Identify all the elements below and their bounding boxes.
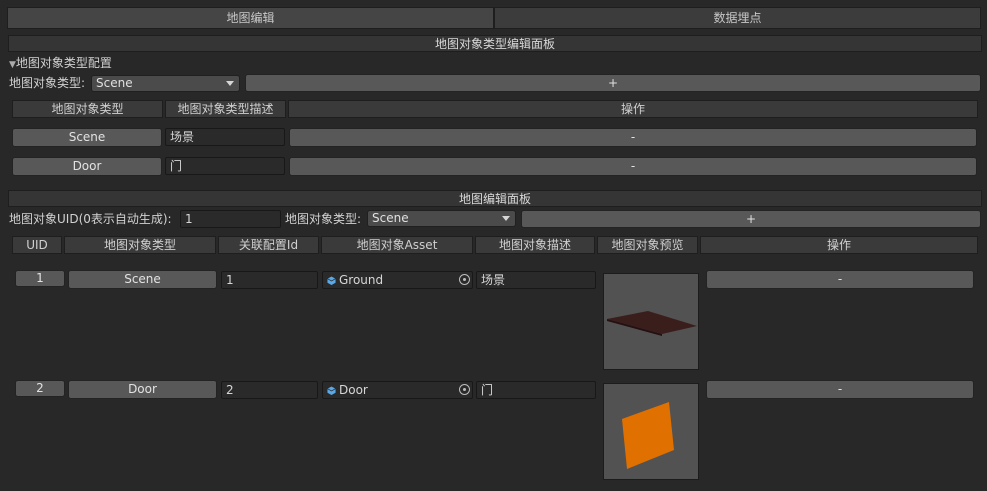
prefab-icon	[327, 386, 336, 395]
foldout-arrow-icon: ▼	[9, 60, 16, 70]
map-object-type-button[interactable]: Scene	[68, 270, 217, 289]
prefab-icon	[327, 276, 336, 285]
edit-type-label: 地图对象类型:	[285, 212, 362, 226]
remove-type-button[interactable]: -	[289, 128, 977, 147]
type-panel-title: 地图对象类型编辑面板	[8, 35, 982, 52]
door-panel-icon	[622, 402, 674, 469]
remove-map-object-button[interactable]: -	[706, 270, 974, 289]
ground-plane-icon	[607, 311, 697, 336]
column-header-desc: 地图对象描述	[475, 236, 595, 254]
column-header-type: 地图对象类型	[64, 236, 216, 254]
column-header-uid: UID	[12, 236, 62, 254]
column-header-asset: 地图对象Asset	[321, 236, 473, 254]
object-picker-icon[interactable]	[459, 274, 470, 285]
uid-cell: 1	[15, 270, 65, 287]
column-header-config-id: 关联配置Id	[218, 236, 319, 254]
asset-name: Ground	[339, 273, 384, 287]
type-row-type-button[interactable]: Door	[12, 157, 162, 176]
config-id-field[interactable]: 1	[221, 271, 318, 289]
map-object-type-button[interactable]: Door	[68, 380, 217, 399]
type-row-desc-field[interactable]: 场景	[165, 128, 285, 146]
edit-panel-title: 地图编辑面板	[8, 190, 982, 207]
uid-label: 地图对象UID(0表示自动生成):	[9, 212, 172, 226]
object-picker-icon[interactable]	[459, 384, 470, 395]
tab-map-edit[interactable]: 地图编辑	[7, 7, 494, 29]
column-header-actions: 操作	[700, 236, 978, 254]
map-object-desc-field[interactable]: 场景	[476, 271, 596, 289]
add-map-object-button[interactable]: +	[521, 210, 981, 228]
type-dropdown-value: Scene	[96, 76, 133, 90]
asset-name: Door	[339, 383, 368, 397]
column-header-preview: 地图对象预览	[597, 236, 698, 254]
config-id-field[interactable]: 2	[221, 381, 318, 399]
map-object-preview	[603, 383, 699, 480]
map-object-desc-field[interactable]: 门	[476, 381, 596, 399]
chevron-down-icon	[226, 81, 234, 86]
remove-map-object-button[interactable]: -	[706, 380, 974, 399]
type-label: 地图对象类型:	[9, 76, 86, 90]
edit-type-dropdown[interactable]: Scene	[367, 210, 516, 227]
type-dropdown[interactable]: Scene	[91, 75, 240, 92]
asset-object-field[interactable]: Door	[322, 381, 473, 399]
edit-type-dropdown-value: Scene	[372, 211, 409, 225]
uid-input[interactable]: 1	[180, 210, 281, 228]
asset-object-field[interactable]: Ground	[322, 271, 473, 289]
type-row-desc-field[interactable]: 门	[165, 157, 285, 175]
column-header-type-desc: 地图对象类型描述	[165, 100, 286, 118]
foldout-label: 地图对象类型配置	[15, 56, 112, 70]
add-type-button[interactable]: +	[245, 74, 981, 92]
tab-data-tracking[interactable]: 数据埋点	[494, 7, 981, 29]
column-header-type: 地图对象类型	[12, 100, 163, 118]
uid-cell: 2	[15, 380, 65, 397]
remove-type-button[interactable]: -	[289, 157, 977, 176]
map-object-preview	[603, 273, 699, 370]
column-header-actions: 操作	[288, 100, 978, 118]
chevron-down-icon	[502, 216, 510, 221]
type-config-foldout[interactable]: ▼地图对象类型配置	[9, 55, 112, 73]
type-row-type-button[interactable]: Scene	[12, 128, 162, 147]
